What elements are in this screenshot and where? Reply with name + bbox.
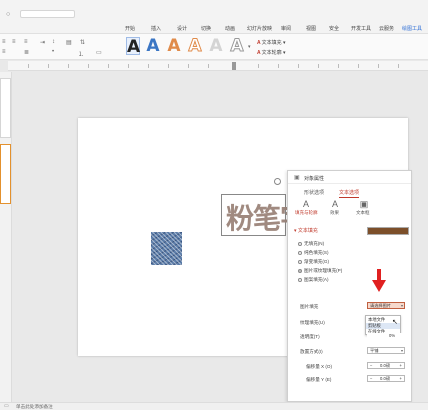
numbering-icon[interactable]: ⒈: [78, 49, 84, 58]
wordart-text: 粉笔字: [226, 202, 288, 235]
chevron-down-icon: ▾: [400, 348, 403, 353]
object-properties-pane: ▣ 对象属性 形状选项 文本选项 A A ▣ 填充与轮廓 效果 文本框 ▾ 文本…: [287, 170, 412, 402]
minimize-icon[interactable]: ○: [6, 11, 10, 18]
text-outline-button[interactable]: A文本轮廓 ▾: [257, 49, 286, 56]
slide-thumbnail-selected[interactable]: [0, 144, 11, 204]
decrement-icon[interactable]: −: [370, 376, 372, 381]
indent-icon[interactable]: ⇥: [40, 39, 45, 46]
line-spacing-icon[interactable]: ↕: [52, 39, 55, 45]
section-text-fill[interactable]: ▾ 文本填充: [294, 227, 318, 234]
increment-icon[interactable]: +: [400, 376, 402, 381]
increment-icon[interactable]: +: [400, 363, 402, 368]
radio-gradient-fill[interactable]: 渐变填充(G): [298, 259, 329, 265]
fill-outline-icon[interactable]: A: [296, 199, 316, 209]
textbox-icon[interactable]: ▣: [354, 199, 374, 210]
tab-developer[interactable]: 开发工具: [351, 25, 371, 32]
transparency-label: 透明度(T): [300, 334, 320, 339]
align-right-icon[interactable]: ≡: [24, 39, 28, 45]
offset-y-spinner[interactable]: − 0.0磅 +: [367, 375, 405, 382]
title-bar: ○: [0, 0, 428, 22]
distribute-icon[interactable]: ≣: [24, 49, 29, 56]
text-fill-icon: A: [257, 40, 261, 46]
decrement-icon[interactable]: −: [370, 363, 372, 368]
tab-slideshow[interactable]: 幻灯片放映: [247, 25, 272, 32]
wordart-style-orange[interactable]: A: [167, 37, 181, 55]
columns-icon[interactable]: ▤: [66, 39, 72, 46]
menu-tab-bar: 开始 插入 设计 切换 动画 幻灯片放映 审阅 视图 安全 开发工具 云服务 绘…: [0, 22, 428, 35]
text-fill-button[interactable]: A文本填充 ▾: [257, 39, 286, 46]
tab-home[interactable]: 开始: [125, 25, 135, 32]
subtab-effect[interactable]: 效果: [330, 210, 339, 216]
placement-label: 放置方式(I): [300, 349, 323, 354]
text-fill-color-swatch[interactable]: [367, 227, 409, 235]
subtab-textbox[interactable]: 文本框: [356, 210, 370, 216]
radio-solid-fill[interactable]: 纯色填充(S): [298, 250, 329, 256]
horizontal-ruler: [8, 61, 428, 71]
pane-title: 对象属性: [304, 176, 325, 182]
notes-placeholder[interactable]: 单击此处添加备注: [16, 404, 53, 410]
align-justify-icon[interactable]: ≡: [2, 49, 6, 55]
properties-icon: ▣: [294, 175, 300, 181]
textbox-icon[interactable]: ▭: [96, 49, 102, 56]
wordart-style-black[interactable]: A: [126, 37, 140, 56]
align-left-icon[interactable]: ≡: [2, 39, 6, 45]
tab-animation[interactable]: 动画: [225, 25, 235, 32]
radio-no-fill[interactable]: 无填充(N): [298, 241, 324, 247]
align-center-icon[interactable]: ≡: [12, 39, 16, 45]
text-fill-label: 文本填充: [261, 40, 282, 46]
slide-thumbnail[interactable]: [0, 78, 11, 138]
radio-pattern-fill[interactable]: 图案填充(A): [298, 277, 329, 283]
red-annotation-arrow-icon: [372, 269, 386, 292]
picture-fill-select[interactable]: 请选择图片 ▾: [367, 302, 405, 309]
tab-insert[interactable]: 插入: [151, 25, 161, 32]
wordart-style-blue[interactable]: A: [146, 37, 160, 55]
ruler-indent-marker[interactable]: [232, 62, 236, 70]
tab-security[interactable]: 安全: [329, 25, 339, 32]
mouse-pointer-icon: ↖: [392, 319, 398, 326]
chevron-down-icon: ▾: [400, 303, 403, 308]
wordart-textbox[interactable]: 粉笔字: [221, 194, 288, 236]
wordart-style-outline-orange[interactable]: A: [188, 37, 202, 56]
effect-icon[interactable]: A: [325, 199, 345, 209]
chalk-texture-image[interactable]: [151, 232, 182, 265]
wordart-style-outline-gray[interactable]: A: [230, 37, 244, 56]
section-text-fill-label: 文本填充: [297, 228, 318, 234]
pane-header: ▣ 对象属性: [288, 171, 411, 184]
notes-icon: ▭: [4, 403, 9, 409]
title-search-box[interactable]: [20, 10, 75, 18]
tab-cloud[interactable]: 云服务: [379, 25, 394, 32]
offset-y-label: 偏移量 Y (E): [306, 377, 332, 382]
radio-picture-texture-fill[interactable]: 图片或纹理填充(P): [298, 268, 342, 274]
placement-select[interactable]: 平铺 ▾: [367, 347, 405, 354]
offset-x-label: 偏移量 X (O): [306, 364, 333, 369]
text-direction-icon[interactable]: ⇅: [80, 39, 85, 46]
ribbon: ≡ ≡ ≡ ⇥ ↕ ▤ ⇅ ≡ ≣ • ⒈ ▭ A A A A A A ▾ A文…: [0, 34, 428, 60]
offset-x-spinner[interactable]: − 0.0磅 +: [367, 362, 405, 369]
status-bar: ▭ 单击此处添加备注: [0, 402, 428, 410]
texture-fill-label: 纹理填充(U): [300, 320, 325, 325]
tab-transition[interactable]: 切换: [201, 25, 211, 32]
tab-shape-options[interactable]: 形状选项: [304, 189, 324, 196]
text-outline-label: 文本轮廓: [261, 50, 282, 56]
transparency-field[interactable]: 0%: [367, 333, 405, 340]
text-outline-icon: A: [257, 50, 261, 56]
tab-review[interactable]: 审阅: [281, 25, 291, 32]
picture-fill-label: 图片填充: [300, 304, 319, 309]
tab-drawing-tools[interactable]: 绘图工具: [402, 25, 423, 35]
wordart-more-icon[interactable]: ▾: [248, 44, 251, 50]
subtab-fill-outline[interactable]: 填充与轮廓: [295, 210, 318, 216]
tab-text-options[interactable]: 文本选项: [339, 189, 360, 198]
tab-design[interactable]: 设计: [177, 25, 187, 32]
wordart-style-gray[interactable]: A: [209, 37, 223, 55]
bullet-icon[interactable]: •: [52, 49, 54, 55]
rotate-handle[interactable]: [274, 178, 281, 185]
tab-view[interactable]: 视图: [306, 25, 316, 32]
slide-thumbnail-panel: [0, 72, 12, 402]
